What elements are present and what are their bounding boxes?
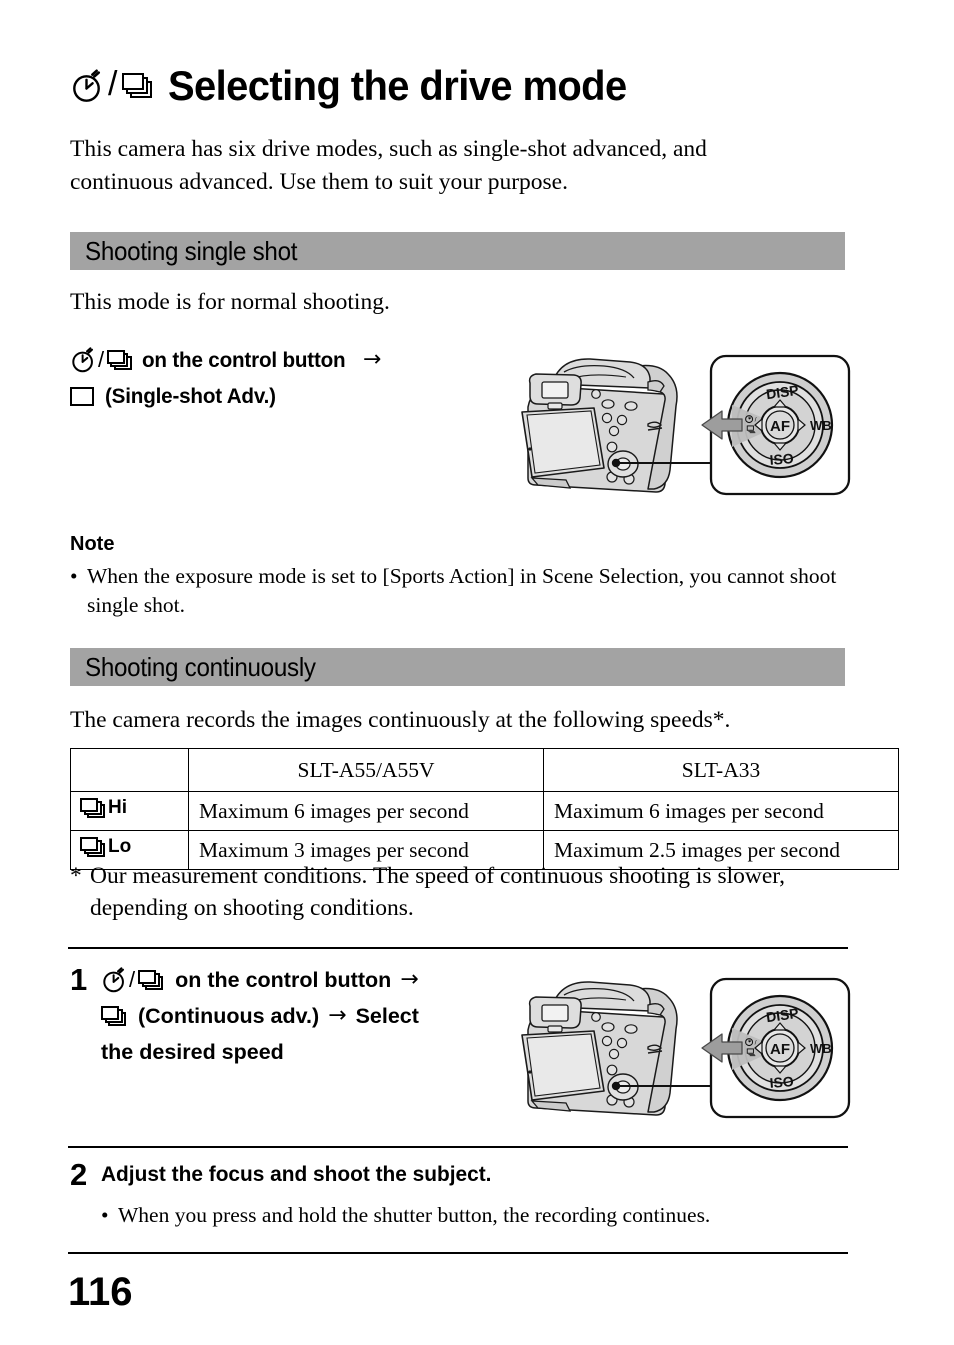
step-2-note: • When you press and hold the shutter bu… [101,1201,861,1230]
continuous-speed-table: SLT-A55/A55V SLT-A33 Hi Maximum 6 images… [70,748,899,870]
continuous-burst-icon [122,71,154,101]
note-item-text: When the exposure mode is set to [Sports… [87,564,837,617]
note-item: • When the exposure mode is set to [Spor… [70,562,850,620]
instruction-line-2: (Single-shot Adv.) [70,378,381,414]
note-heading: Note [70,533,115,555]
single-shot-instruction: / on the control button → (Single-shot A… [70,342,381,414]
footer-rule [68,1252,848,1255]
manual-page: / Selecting the drive mode This camera h… [0,0,954,1345]
arrow-right-icon: → [328,1003,347,1028]
section-header-shooting-continuously: Shooting continuously [70,648,845,686]
arrow-right-icon: → [362,347,382,372]
control-dial-bottom-label: ISO [769,1073,794,1091]
control-dial-center-label: AF [770,418,790,435]
step-2-number: 2 [70,1157,88,1192]
step-1-line-3-text: the desired speed [101,1040,284,1064]
page-title-text: Selecting the drive mode [168,62,628,109]
step-2-body: Adjust the focus and shoot the subject. [101,1159,504,1189]
control-dial-center-label: AF [770,1041,790,1058]
continuous-burst-icon [138,968,164,992]
footnote-marker: * [70,863,82,889]
page-title: / Selecting the drive mode [70,56,651,116]
table-cell-mode-hi: Hi [70,791,189,831]
table-header-row: SLT-A55/A55V SLT-A33 [70,748,899,792]
step-1-line-2: (Continuous adv.) → Select [101,998,419,1034]
step-1-separator: / [129,967,136,992]
section-header-shooting-single-shot: Shooting single shot [70,232,845,270]
divider-rule [68,947,848,950]
divider-rule [68,1146,848,1149]
table-header-blank [70,748,189,792]
instruction-line-1-text: on the control button [141,348,346,372]
continuous-burst-icon [80,835,106,859]
control-dial-bottom-label: ISO [769,450,794,468]
camera-illustration [521,981,678,1116]
arrow-right-icon: → [400,967,419,992]
bullet-icon: • [101,1203,109,1227]
instruction-line-1: / on the control button → [70,342,381,378]
step-1-body: / on the control button → (Continuous ad… [101,962,419,1070]
section-header-label: Shooting continuously [85,652,316,682]
footnote-text: Our measurement conditions. The speed of… [90,863,786,921]
step-2-text: Adjust the focus and shoot the subject. [101,1162,492,1186]
svg-text:/: / [755,417,757,424]
table-cell-a33-hi: Maximum 6 images per second [543,791,899,831]
intro-paragraph: This camera has six drive modes, such as… [70,136,707,195]
page-number: 116 [68,1270,133,1314]
self-timer-icon [70,69,104,103]
instruction-separator: / [98,347,104,372]
camera-rear-figure-1: AF DISP ISO WB / [508,352,853,498]
table-mode-label-hi: Hi [108,797,127,818]
step-1-line-2-tail: Select [355,1004,419,1028]
table-header-a55: SLT-A55/A55V [188,748,544,792]
continuous-burst-icon [80,796,106,820]
step-1-number: 1 [70,962,88,997]
step-1-line-2-text: (Continuous adv.) [138,1004,320,1028]
step-1-line-1-text: on the control button [175,968,392,992]
step-1-line-1: / on the control button → [101,962,419,998]
table-header-a33: SLT-A33 [543,748,899,792]
step-1-line-3: the desired speed [101,1034,419,1070]
bullet-icon: • [70,564,78,588]
title-separator: / [108,65,118,103]
control-dial-right-label: WB [810,418,832,433]
continuous-burst-icon [106,348,133,372]
table-mode-label-lo: Lo [108,836,132,857]
continuous-burst-icon [101,1004,127,1028]
self-timer-icon [101,967,127,993]
table-row: Hi Maximum 6 images per second Maximum 6… [70,791,899,831]
table-cell-a55-hi: Maximum 6 images per second [188,791,544,831]
instruction-line-2-text: (Single-shot Adv.) [105,384,276,408]
camera-illustration [521,358,678,493]
control-dial-right-label: WB [810,1041,832,1056]
svg-text:/: / [755,1040,757,1047]
table-footnote: * Our measurement conditions. The speed … [70,860,860,924]
camera-rear-figure-2: AF DISP ISO WB / [508,975,853,1121]
section-header-label: Shooting single shot [85,236,298,266]
single-shot-frame-icon [70,386,94,406]
step-2-note-text: When you press and hold the shutter butt… [118,1203,711,1227]
section-1-lead: This mode is for normal shooting. [70,289,390,315]
section-2-lead: The camera records the images continuous… [70,707,731,733]
self-timer-icon [70,347,96,373]
